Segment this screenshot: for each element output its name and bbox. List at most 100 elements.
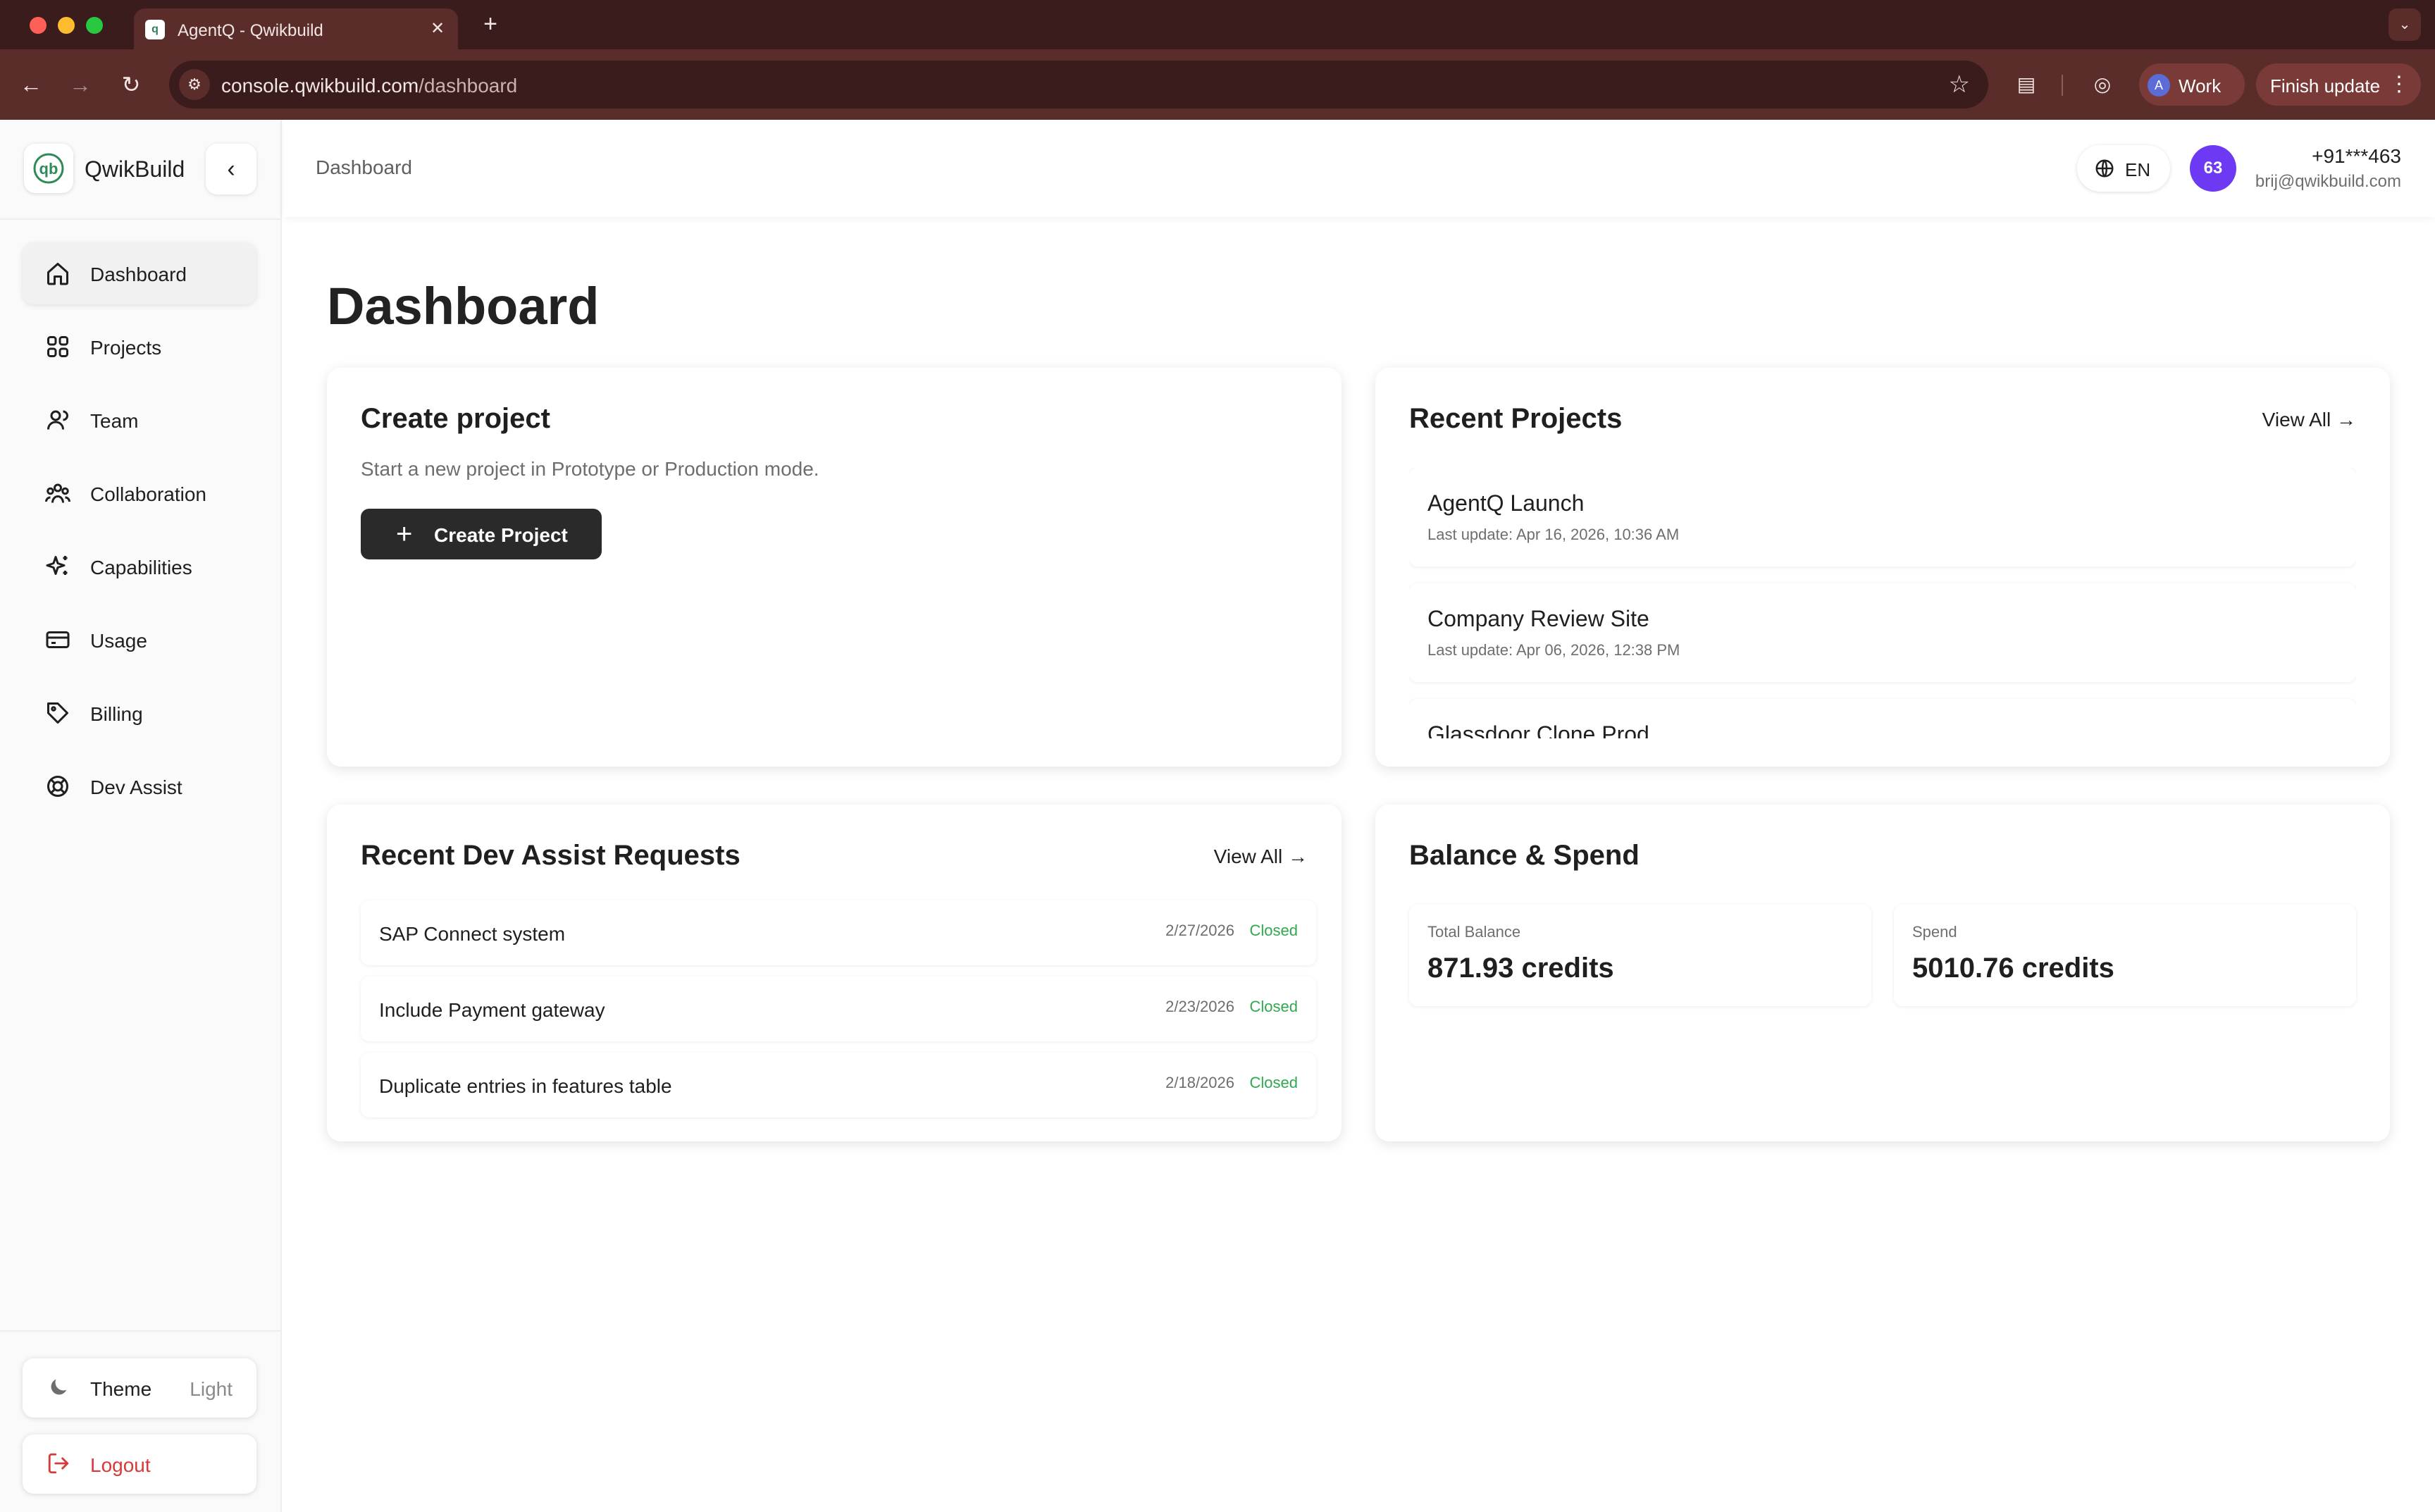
collapse-sidebar-button[interactable]: ‹ <box>206 144 256 194</box>
sidebar-item-capabilities[interactable]: Capabilities <box>23 535 256 597</box>
create-project-card: Create project Start a new project in Pr… <box>327 368 1342 767</box>
grid-icon <box>47 336 68 357</box>
logout-label: Logout <box>90 1454 151 1476</box>
balance-spend-card: Balance & Spend Total Balance 871.93 cre… <box>1375 805 2390 1141</box>
sidebar-item-team[interactable]: Team <box>23 389 256 451</box>
create-project-label: Create Project <box>434 524 568 546</box>
brand-name: QwikBuild <box>85 156 185 182</box>
sidebar-item-label: Billing <box>90 703 143 725</box>
home-icon <box>47 263 68 285</box>
project-last-update: Last update: Apr 16, 2026, 10:36 AM <box>1427 526 1680 543</box>
chevron-left-icon: ‹ <box>227 156 235 182</box>
breadcrumb[interactable]: Dashboard <box>316 156 412 179</box>
logout-icon <box>48 1453 69 1474</box>
profile-button[interactable]: A Work <box>2139 63 2245 106</box>
profile-avatar: A <box>2148 74 2170 97</box>
finish-update-label: Finish update <box>2270 75 2381 97</box>
request-title: Duplicate entries in features table <box>379 1075 672 1097</box>
logout-button[interactable]: Logout <box>23 1434 256 1494</box>
create-project-button[interactable]: + Create Project <box>361 509 602 559</box>
tab-title: AgentQ - Qwikbuild <box>178 21 323 40</box>
table-row[interactable]: Duplicate entries in features table 2/18… <box>361 1053 1316 1117</box>
request-title: SAP Connect system <box>379 923 566 945</box>
collaboration-icon <box>45 483 70 503</box>
list-item[interactable]: AgentQ Launch Last update: Apr 16, 2026,… <box>1409 468 2356 566</box>
sidebar-item-dev-assist[interactable]: Dev Assist <box>23 755 256 817</box>
project-name: Company Review Site <box>1427 606 1649 631</box>
window-close-button[interactable] <box>30 17 47 34</box>
sidebar-item-billing[interactable]: Billing <box>23 682 256 744</box>
language-switcher[interactable]: EN <box>2077 145 2170 192</box>
theme-toggle-button[interactable]: Theme Light <box>23 1358 256 1418</box>
avatar[interactable]: 63 <box>2190 145 2236 192</box>
status-badge: Closed <box>1249 922 1298 939</box>
request-date: 2/23/2026 <box>1165 998 1234 1015</box>
user-email: brij@qwikbuild.com <box>2255 172 2401 191</box>
project-last-update: Last update: Apr 06, 2026, 12:38 PM <box>1427 641 1680 659</box>
bookmark-star-icon[interactable]: ☆ <box>1949 70 1970 99</box>
forward-arrow-icon[interactable]: → <box>66 70 94 99</box>
list-item[interactable]: Glassdoor Clone Prod <box>1409 699 2356 738</box>
sparkles-icon <box>46 556 68 575</box>
sidebar-bottom-divider <box>0 1330 282 1332</box>
finish-update-button[interactable]: Finish update ⋮ <box>2256 63 2421 106</box>
reload-icon[interactable]: ↻ <box>117 70 145 99</box>
list-item[interactable]: Company Review Site Last update: Apr 06,… <box>1409 583 2356 682</box>
sidebar-item-projects[interactable]: Projects <box>23 316 256 378</box>
spend-label: Spend <box>1912 923 1957 941</box>
reading-list-icon[interactable]: ▤ <box>2012 70 2040 99</box>
sidebar-item-collaboration[interactable]: Collaboration <box>23 462 256 524</box>
sidebar-item-label: Capabilities <box>90 557 192 578</box>
window-minimize-button[interactable] <box>58 17 75 34</box>
address-bar[interactable]: ⚙ console.qwikbuild.com/dashboard ☆ <box>169 61 1988 109</box>
sidebar-item-label: Collaboration <box>90 483 206 505</box>
sidebar-divider <box>0 218 282 220</box>
sidebar-item-label: Dev Assist <box>90 776 182 798</box>
project-name: Glassdoor Clone Prod <box>1427 721 1649 738</box>
theme-value: Light <box>190 1378 233 1400</box>
tab-close-icon[interactable]: ✕ <box>426 17 450 41</box>
extension-icon[interactable]: ◎ <box>2088 70 2117 99</box>
project-name: AgentQ Launch <box>1427 490 1585 516</box>
tag-icon <box>47 702 68 724</box>
site-info-icon[interactable]: ⚙ <box>179 69 210 100</box>
status-badge: Closed <box>1249 1074 1298 1091</box>
lifebuoy-icon <box>47 776 68 797</box>
url-text[interactable]: console.qwikbuild.com/dashboard <box>221 75 517 97</box>
spend-value: 5010.76 credits <box>1912 953 2114 984</box>
sidebar: qb QwikBuild ‹ Dashboard Projects Team C… <box>0 120 282 1512</box>
total-balance-label: Total Balance <box>1427 923 1521 941</box>
sidebar-item-label: Team <box>90 410 139 432</box>
view-all-requests-link[interactable]: View All → <box>1214 845 1308 868</box>
card-title: Create project <box>361 403 550 434</box>
total-balance-value: 871.93 credits <box>1427 953 1614 984</box>
browser-tab-active[interactable]: q AgentQ - Qwikbuild ✕ <box>134 8 458 49</box>
toolbar-divider <box>2062 75 2063 96</box>
sidebar-item-label: Usage <box>90 630 147 652</box>
request-title: Include Payment gateway <box>379 999 605 1021</box>
create-project-description: Start a new project in Prototype or Prod… <box>361 458 819 480</box>
page-title: Dashboard <box>327 277 600 335</box>
user-phone: +91***463 <box>2312 145 2401 167</box>
browser-titlebar: q AgentQ - Qwikbuild ✕ + ⌄ <box>0 0 2435 49</box>
table-row[interactable]: Include Payment gateway 2/23/2026 Closed <box>361 977 1316 1041</box>
qwikbuild-logo-icon: qb <box>24 144 73 193</box>
spend-box: Spend 5010.76 credits <box>1894 905 2356 1006</box>
plus-icon: + <box>396 519 413 550</box>
tab-search-chevron-icon[interactable]: ⌄ <box>2388 8 2421 41</box>
total-balance-box: Total Balance 871.93 credits <box>1409 905 1871 1006</box>
recent-projects-card: Recent Projects View All → AgentQ Launch… <box>1375 368 2390 767</box>
new-tab-button[interactable]: + <box>476 10 504 38</box>
back-arrow-icon[interactable]: ← <box>17 70 45 99</box>
window-zoom-button[interactable] <box>86 17 103 34</box>
view-all-projects-link[interactable]: View All → <box>2262 409 2356 431</box>
card-title: Recent Dev Assist Requests <box>361 840 741 871</box>
status-badge: Closed <box>1249 998 1298 1015</box>
svg-text:qb: qb <box>39 160 58 178</box>
recent-projects-list[interactable]: AgentQ Launch Last update: Apr 16, 2026,… <box>1409 468 2356 738</box>
sidebar-item-label: Projects <box>90 337 162 359</box>
sidebar-item-usage[interactable]: Usage <box>23 609 256 671</box>
sidebar-item-dashboard[interactable]: Dashboard <box>23 242 256 304</box>
sidebar-item-label: Dashboard <box>90 264 187 285</box>
table-row[interactable]: SAP Connect system 2/27/2026 Closed <box>361 900 1316 965</box>
